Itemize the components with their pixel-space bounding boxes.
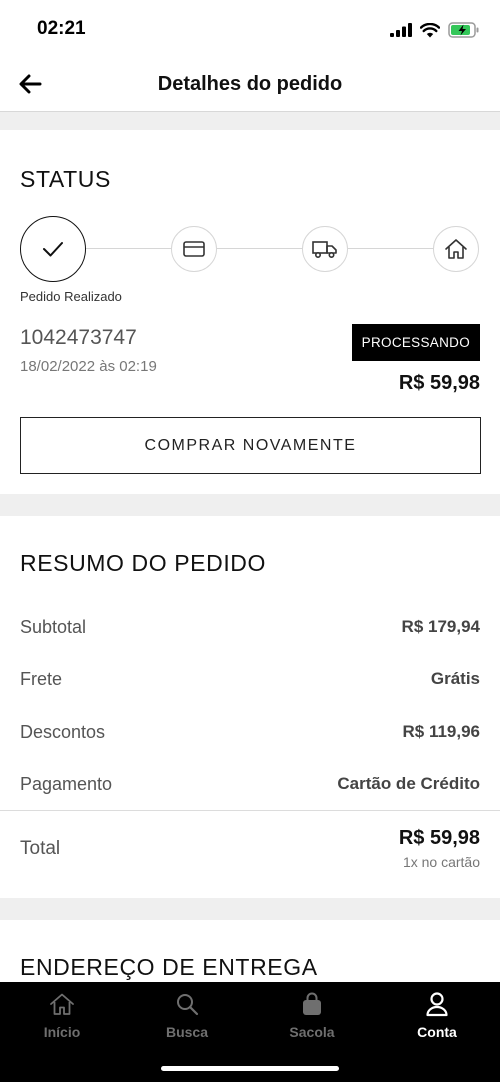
summary-row-payment: Pagamento Cartão de Crédito: [20, 769, 480, 799]
buy-again-button[interactable]: COMPRAR NOVAMENTE: [20, 417, 481, 474]
tab-home[interactable]: Início: [12, 990, 112, 1050]
page-header: Detalhes do pedido: [0, 58, 500, 112]
total-value: R$ 59,98: [398, 827, 480, 849]
bag-icon: [303, 992, 321, 1015]
user-icon: [426, 992, 448, 1017]
progress-line: [86, 248, 171, 249]
summary-row-subtotal: Subtotal R$ 179,94: [20, 612, 480, 642]
tab-label: Início: [43, 1024, 81, 1040]
step-order-placed: [20, 216, 86, 282]
row-label: Pagamento: [20, 773, 113, 794]
tab-account[interactable]: Conta: [387, 990, 487, 1050]
step-payment: [171, 226, 217, 272]
total-label: Total: [20, 838, 61, 859]
tab-bag[interactable]: Sacola: [262, 990, 362, 1050]
check-icon: [43, 242, 63, 257]
tab-label: Conta: [417, 1024, 457, 1040]
order-number: 1042473747: [20, 326, 137, 349]
tab-search[interactable]: Busca: [137, 990, 237, 1050]
page-title: Detalhes do pedido: [157, 73, 343, 95]
step-label: Pedido Realizado: [20, 289, 122, 304]
row-value: R$ 119,96: [402, 722, 480, 741]
status-badge: PROCESSANDO: [351, 324, 480, 361]
home-indicator: [161, 1066, 339, 1071]
status-title: STATUS: [20, 166, 111, 192]
delivery-address-card: ENDEREÇO DE ENTREGA: [0, 920, 500, 982]
installments-text: 1x no cartão: [402, 854, 480, 870]
divider: [0, 810, 500, 811]
search-icon: [177, 994, 199, 1016]
truck-icon: [312, 241, 337, 259]
row-value: Cartão de Crédito: [337, 774, 480, 793]
step-shipping: [302, 226, 348, 272]
status-time: 02:21: [37, 18, 86, 39]
row-value: Grátis: [430, 669, 480, 688]
status-icons: [390, 20, 480, 40]
step-delivered: [433, 226, 479, 272]
status-card: STATUS Pedido Realizado 1042473747 18/02…: [0, 130, 500, 494]
signal-icon: [390, 23, 412, 37]
row-label: Subtotal: [20, 616, 87, 637]
progress-line: [348, 248, 433, 249]
battery-charging-icon: [448, 22, 479, 38]
order-summary-card: RESUMO DO PEDIDO Subtotal R$ 179,94 Fret…: [0, 516, 500, 898]
summary-row-discounts: Descontos R$ 119,96: [20, 717, 480, 747]
progress-line: [217, 248, 302, 249]
tab-label: Sacola: [289, 1024, 335, 1040]
order-price: R$ 59,98: [398, 372, 480, 394]
order-date: 18/02/2022 às 02:19: [20, 358, 157, 375]
home-icon: [50, 993, 74, 1015]
summary-row-shipping: Frete Grátis: [20, 664, 480, 694]
wifi-icon: [420, 22, 440, 37]
row-value: R$ 179,94: [401, 617, 480, 636]
summary-title: RESUMO DO PEDIDO: [20, 550, 267, 576]
house-icon: [445, 239, 467, 259]
credit-card-icon: [183, 241, 205, 257]
address-title: ENDEREÇO DE ENTREGA: [20, 954, 318, 980]
row-label: Descontos: [20, 721, 106, 742]
tab-label: Busca: [165, 1024, 209, 1040]
row-label: Frete: [20, 668, 63, 689]
status-bar: 02:21: [0, 0, 500, 58]
